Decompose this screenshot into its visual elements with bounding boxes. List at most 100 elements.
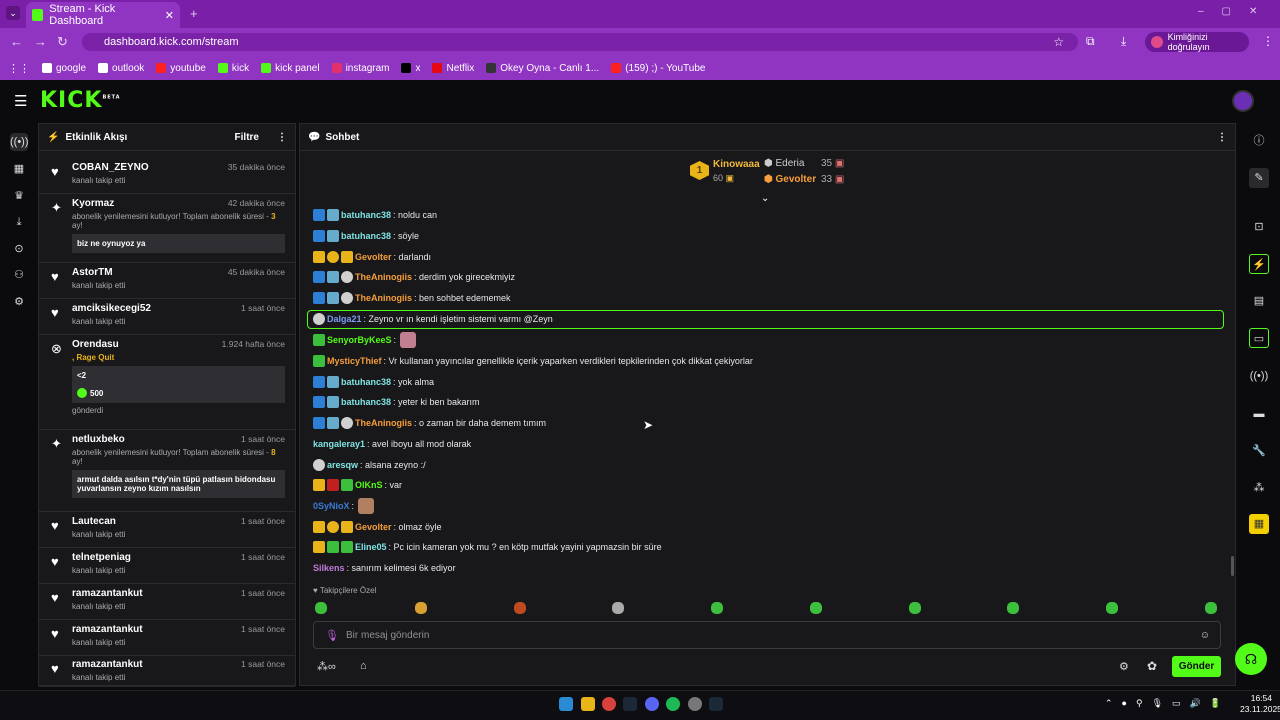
steam-icon[interactable] bbox=[623, 697, 637, 711]
emote-icon[interactable] bbox=[909, 602, 921, 614]
user-avatar[interactable] bbox=[1232, 90, 1254, 112]
chat-message[interactable]: batuhanc38: söyle bbox=[313, 227, 419, 245]
apps-grid-icon[interactable]: ⋮⋮ bbox=[8, 62, 30, 75]
forward-icon[interactable]: → bbox=[34, 34, 47, 49]
emote-icon[interactable] bbox=[315, 602, 327, 614]
emote-icon[interactable] bbox=[810, 602, 822, 614]
activity-event[interactable]: ♥ AstorTM 45 dakika önce kanalı takip etti bbox=[39, 263, 295, 299]
taskbar-clock[interactable]: 16:54 23.11.2025 bbox=[1240, 693, 1280, 715]
chat-message[interactable]: batuhanc38: yeter ki ben bakarım bbox=[313, 393, 480, 411]
activity-event[interactable]: ✦ netluxbeko 1 saat önce abonelik yenilemes… bbox=[39, 430, 295, 512]
bookmark-item[interactable]: outlook bbox=[98, 63, 144, 74]
chat-message[interactable]: OlKnS: var bbox=[313, 476, 402, 494]
chat-username[interactable]: MysticyThief bbox=[327, 356, 382, 366]
chat-message[interactable]: Gevolter: darlandı bbox=[313, 248, 431, 266]
tab-menu-icon[interactable]: ⌄ bbox=[6, 6, 20, 20]
chat-username[interactable]: aresqw bbox=[327, 460, 358, 470]
browser-menu-icon[interactable]: ⋮ bbox=[1262, 34, 1274, 48]
chat-settings-icon[interactable]: ⚙ bbox=[1119, 660, 1129, 673]
trophy-nav-icon[interactable]: ♛ bbox=[10, 187, 28, 205]
bookmark-item[interactable]: Netflix bbox=[432, 63, 474, 74]
verify-identity-button[interactable]: Kimliğinizi doğrulayın bbox=[1145, 32, 1249, 52]
windows-start-icon[interactable] bbox=[559, 697, 573, 711]
download-nav-icon[interactable]: ⤓ bbox=[10, 213, 28, 231]
chat-username[interactable]: kangaleray1 bbox=[313, 439, 365, 449]
chat-message[interactable]: aresqw: alsana zeyno :/ bbox=[313, 456, 426, 474]
activity-event[interactable]: ♥ COBAN_ZEYNO 35 dakika önce kanalı takip e… bbox=[39, 158, 295, 194]
bookmark-star-icon[interactable]: ☆ bbox=[1053, 35, 1064, 49]
chat-username[interactable]: Dalga21 bbox=[327, 314, 362, 324]
clapper-icon[interactable]: ▦ bbox=[1249, 514, 1269, 534]
activity-event[interactable]: ⊗ Orendasu 1.924 hafta önce, Rage Quit <2 50… bbox=[39, 335, 295, 430]
chat-username[interactable]: Silkens bbox=[313, 563, 345, 573]
analytics-nav-icon[interactable]: ▦ bbox=[10, 160, 28, 178]
chat-message-input[interactable]: 🎙 Bir mesaj gönderin ☺ bbox=[313, 621, 1221, 649]
queue-icon[interactable]: ▬ bbox=[1249, 404, 1269, 424]
chat-message[interactable]: Dalga21: Zeyno vr ın kendi işletim siste… bbox=[313, 310, 553, 328]
chat-message[interactable]: TheAninogiis: o zaman bir daha demem tım… bbox=[313, 414, 546, 432]
chat-username[interactable]: batuhanc38 bbox=[341, 210, 391, 220]
bookmark-item[interactable]: instagram bbox=[331, 63, 389, 74]
support-headset-icon[interactable]: ☊ bbox=[1235, 643, 1267, 675]
chat-username[interactable]: 0SyNioX bbox=[313, 501, 350, 511]
chat-username[interactable]: TheAninogiis bbox=[355, 293, 412, 303]
back-icon[interactable]: ← bbox=[10, 34, 23, 49]
bookmark-item[interactable]: Okey Oyna - Canlı 1... bbox=[486, 63, 599, 74]
broadcast-icon[interactable]: ((•)) bbox=[1249, 366, 1269, 386]
window-controls[interactable]: –▢✕ bbox=[1198, 6, 1275, 17]
emote-icon[interactable] bbox=[1205, 602, 1217, 614]
discord-icon[interactable] bbox=[645, 697, 659, 711]
chat-message[interactable]: Gevolter: olmaz öyle bbox=[313, 518, 442, 536]
chat-message[interactable]: MysticyThief: Vr kullanan yayıncılar gen… bbox=[313, 352, 753, 370]
chat-message[interactable]: kangaleray1: avel iboyu all mod olarak bbox=[313, 435, 471, 453]
store-icon[interactable]: ⌂ bbox=[360, 660, 367, 672]
chat-message[interactable]: SenyorByKeeS: bbox=[313, 331, 417, 349]
activity-event[interactable]: ♥ ramazantankut 1 saat önce kanalı takip et… bbox=[39, 655, 295, 687]
points-infinity-icon[interactable]: ⁂∞ bbox=[317, 660, 336, 673]
info-icon[interactable]: ⓘ bbox=[1249, 131, 1269, 151]
chat-username[interactable]: batuhanc38 bbox=[341, 377, 391, 387]
chat-username[interactable]: SenyorByKeeS bbox=[327, 335, 392, 345]
file-explorer-icon[interactable] bbox=[581, 697, 595, 711]
activity-event[interactable]: ♥ telnetpeniag 1 saat önce kanalı takip ett… bbox=[39, 548, 295, 584]
chat-rail-icon[interactable]: ▭ bbox=[1249, 328, 1269, 348]
kick-logo[interactable]: KICKBETA bbox=[40, 88, 121, 113]
activity-event[interactable]: ✦ Kyormaz 42 dakika önce abonelik yenilemes… bbox=[39, 194, 295, 263]
activity-event[interactable]: ♥ ramazantankut 1 saat önce kanalı takip et… bbox=[39, 620, 295, 656]
activity-event[interactable]: ♥ Lautecan 1 saat önce kanalı takip etti bbox=[39, 512, 295, 548]
bookmark-item[interactable]: youtube bbox=[156, 63, 206, 74]
emote-icon[interactable] bbox=[1007, 602, 1019, 614]
chat-username[interactable]: Gevolter bbox=[355, 522, 392, 532]
url-input[interactable]: dashboard.kick.com/stream ☆ bbox=[82, 33, 1078, 51]
filter-button[interactable]: Filtre bbox=[235, 132, 259, 143]
chat-more-icon[interactable]: ⋮ bbox=[1217, 132, 1227, 143]
app-icon[interactable] bbox=[688, 697, 702, 711]
activity-rail-icon[interactable]: ⚡ bbox=[1249, 254, 1269, 274]
bookmark-item[interactable]: (159) ;) - YouTube bbox=[611, 63, 705, 74]
chat-username[interactable]: Eline05 bbox=[355, 542, 387, 552]
chat-message[interactable]: TheAninogiis: derdim yok girecekmiyiz bbox=[313, 268, 515, 286]
chat-message[interactable]: Silkens: sanırım kelimesi 6k ediyor bbox=[313, 559, 456, 577]
emote-icon[interactable] bbox=[514, 602, 526, 614]
chat-message[interactable]: batuhanc38: noldu can bbox=[313, 206, 437, 224]
sharing-icon[interactable]: ⁂ bbox=[1249, 478, 1269, 498]
gift-chat-icon[interactable]: ✿ bbox=[1147, 659, 1157, 673]
bookmark-item[interactable]: google bbox=[42, 63, 86, 74]
chat-message[interactable]: 0SyNioX: bbox=[313, 497, 375, 515]
chat-message[interactable]: batuhanc38: yok alma bbox=[313, 373, 434, 391]
community-nav-icon[interactable]: ⚇ bbox=[10, 266, 28, 284]
microphone-icon[interactable]: 🎙 bbox=[325, 629, 339, 642]
emoji-icon[interactable]: ☺ bbox=[1200, 630, 1210, 641]
activity-more-icon[interactable]: ⋮ bbox=[277, 132, 287, 143]
settings-nav-icon[interactable]: ⚙ bbox=[10, 293, 28, 311]
chat-username[interactable]: OlKnS bbox=[355, 480, 383, 490]
chrome-icon[interactable] bbox=[602, 697, 616, 711]
emote-icon[interactable] bbox=[415, 602, 427, 614]
emote-icon[interactable] bbox=[711, 602, 723, 614]
moderation-icon[interactable]: ⊡ bbox=[1249, 217, 1269, 237]
chat-username[interactable]: batuhanc38 bbox=[341, 231, 391, 241]
download-icon[interactable]: ⤓ bbox=[1121, 34, 1126, 49]
stream-nav-icon[interactable]: ((•)) bbox=[10, 133, 29, 151]
emote-icon[interactable] bbox=[612, 602, 624, 614]
moderation-nav-icon[interactable]: ⊙ bbox=[10, 240, 28, 258]
